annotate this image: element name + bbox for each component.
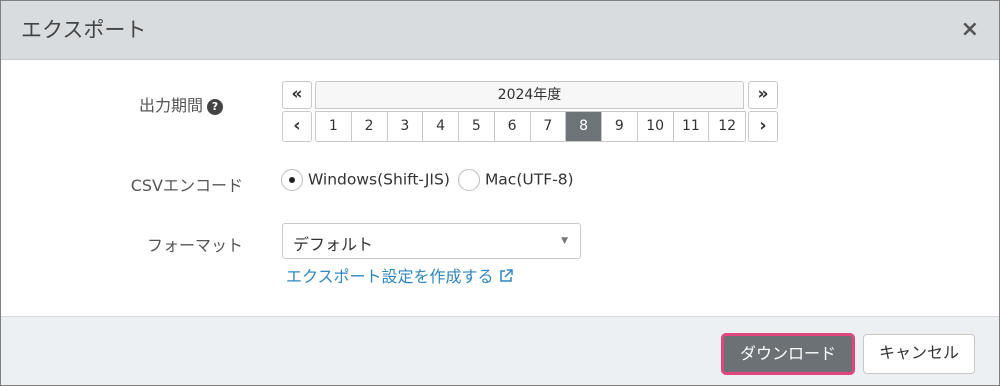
month-button-11[interactable]: 11 (674, 112, 710, 141)
dialog-footer: ダウンロード キャンセル (1, 316, 999, 385)
format-label: フォーマット (146, 236, 243, 255)
radio-shift-jis-label: Windows(Shift-JIS) (307, 170, 450, 189)
format-select-value: デフォルト (293, 235, 374, 254)
create-export-settings-label: エクスポート設定を作成する (286, 267, 494, 286)
month-button-8[interactable]: 8 (566, 112, 602, 141)
period-label: 出力期間 (138, 96, 203, 115)
month-button-6[interactable]: 6 (495, 112, 531, 141)
month-button-2[interactable]: 2 (352, 112, 388, 141)
close-icon[interactable]: × (961, 16, 979, 44)
create-export-settings-link[interactable]: エクスポート設定を作成する (286, 263, 514, 287)
radio-option-utf8[interactable]: Mac(UTF-8) (458, 169, 574, 191)
fiscal-year-display: 2024年度 (315, 81, 744, 109)
radio-utf8[interactable] (458, 169, 480, 191)
month-button-3[interactable]: 3 (388, 112, 424, 141)
radio-option-shift-jis[interactable]: Windows(Shift-JIS) (281, 169, 450, 191)
dialog-header: エクスポート × (1, 1, 999, 60)
next-year-button[interactable]: » (748, 81, 778, 109)
external-link-icon (499, 269, 513, 282)
next-month-button[interactable]: › (748, 111, 778, 142)
encoding-label: CSVエンコード (130, 176, 243, 195)
format-select[interactable]: デフォルト ▼ (282, 223, 581, 259)
month-button-10[interactable]: 10 (638, 112, 674, 141)
month-button-7[interactable]: 7 (531, 112, 567, 141)
export-dialog: エクスポート × 出力期間? « 2024年度 » ‹ 1 2 3 4 5 6 7 8 9 10 1… (0, 0, 1000, 386)
prev-year-button[interactable]: « (282, 81, 312, 109)
download-button[interactable]: ダウンロード (722, 334, 854, 374)
month-button-1[interactable]: 1 (316, 112, 352, 141)
month-button-5[interactable]: 5 (459, 112, 495, 141)
radio-utf8-label: Mac(UTF-8) (484, 170, 574, 189)
month-selector: 1 2 3 4 5 6 7 8 9 10 11 12 (315, 111, 746, 142)
radio-shift-jis[interactable] (281, 169, 303, 191)
month-button-9[interactable]: 9 (602, 112, 638, 141)
period-label-row: 出力期間? (23, 92, 223, 116)
month-button-12[interactable]: 12 (709, 112, 745, 141)
cancel-button[interactable]: キャンセル (863, 334, 975, 374)
month-button-4[interactable]: 4 (423, 112, 459, 141)
question-circle-icon[interactable]: ? (207, 98, 223, 115)
chevron-down-icon: ▼ (561, 236, 568, 246)
dialog-title: エクスポート (21, 18, 147, 42)
prev-month-button[interactable]: ‹ (282, 111, 312, 142)
